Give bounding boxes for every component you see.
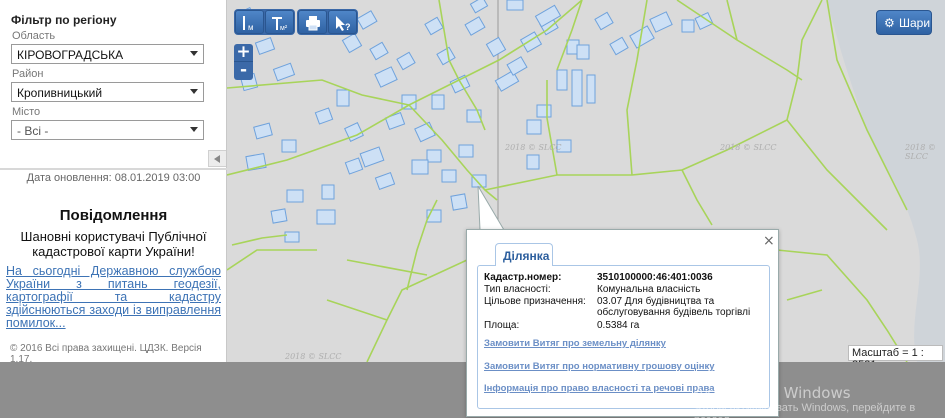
popup-pointer bbox=[477, 186, 505, 232]
region-filter-panel: Фільтр по регіону Область КІРОВОГРАДСЬКА… bbox=[0, 0, 227, 169]
map-scale: Масштаб = 1 : 8531 bbox=[848, 345, 943, 371]
order-land-extract-link[interactable]: Замовити Витяг про земельну ділянку bbox=[484, 338, 666, 349]
chevron-down-icon bbox=[190, 127, 198, 132]
messages-panel: Повідомлення Шановні користувачі Публічн… bbox=[0, 207, 227, 330]
oblast-select[interactable]: КІРОВОГРАДСЬКА bbox=[11, 44, 204, 64]
identify-button[interactable]: ? bbox=[328, 10, 357, 34]
tab-parcel-label: Ділянка bbox=[503, 249, 550, 263]
close-icon[interactable]: × bbox=[763, 233, 775, 249]
windows-activation-hint: Чтобы активировать Windows, перейдите в … bbox=[694, 402, 916, 418]
misc-tools: ? bbox=[297, 9, 358, 35]
misto-value: - Всі - bbox=[17, 124, 49, 138]
printer-icon bbox=[306, 16, 320, 31]
map-watermark: 2018 © SLCC bbox=[505, 143, 562, 152]
row-key: Площа: bbox=[484, 320, 520, 331]
row-value: 3510100000:46:401:0036 bbox=[597, 272, 713, 283]
rayon-select[interactable]: Кропивницький bbox=[11, 82, 204, 102]
rayon-value: Кропивницький bbox=[17, 86, 103, 100]
svg-text:м²: м² bbox=[280, 25, 288, 32]
measure-area-button[interactable]: м² bbox=[265, 10, 294, 34]
print-button[interactable] bbox=[298, 10, 327, 34]
map-watermark: 2018 © SLCC bbox=[905, 143, 936, 161]
cursor-help-icon: ? bbox=[336, 16, 351, 32]
map-watermark: 2018 © SLCC bbox=[720, 143, 777, 152]
filter-title: Фільтр по регіону bbox=[11, 13, 117, 27]
measure-tools: м м² bbox=[234, 9, 295, 35]
layers-label: Шари bbox=[899, 16, 931, 30]
oblast-value: КІРОВОГРАДСЬКА bbox=[17, 48, 124, 62]
oblast-label: Область bbox=[12, 30, 56, 42]
map-watermark: 2018 © SLCC bbox=[285, 352, 342, 361]
measure-distance-button[interactable]: м bbox=[235, 10, 264, 34]
row-value: 03.07 Для будівництва та обслуговування … bbox=[597, 296, 751, 318]
row-key: Тип власності: bbox=[484, 284, 551, 295]
row-key: Кадастр.номер: bbox=[484, 272, 562, 283]
row-value: 0.5384 га bbox=[597, 320, 640, 331]
misto-select[interactable]: - Всі - bbox=[11, 120, 204, 140]
messages-link[interactable]: На сьогодні Державною службою України з … bbox=[6, 265, 221, 330]
area-ruler-icon: м² bbox=[272, 17, 288, 32]
order-valuation-extract-link[interactable]: Замовити Витяг про нормативну грошову оц… bbox=[484, 361, 715, 372]
messages-body: Шановні користувачі Публічної кадастрово… bbox=[20, 229, 207, 259]
ruler-icon: м bbox=[243, 16, 254, 32]
collapse-sidebar-button[interactable] bbox=[208, 150, 226, 167]
sidebar-divider bbox=[0, 168, 227, 170]
zoom-control: + - bbox=[234, 44, 253, 80]
layers-button[interactable]: ⚙ Шари bbox=[876, 10, 932, 35]
sidebar: Фільтр по регіону Область КІРОВОГРАДСЬКА… bbox=[0, 0, 227, 365]
chevron-down-icon bbox=[190, 51, 198, 56]
chevron-left-icon bbox=[214, 155, 220, 163]
row-key: Цільове призначення: bbox=[484, 296, 586, 307]
tab-parcel[interactable]: Ділянка bbox=[495, 243, 553, 266]
rayon-label: Район bbox=[12, 68, 44, 80]
row-value: Комунальна власність bbox=[597, 284, 701, 295]
zoom-out-button[interactable]: - bbox=[234, 62, 253, 80]
misto-label: Місто bbox=[12, 106, 41, 118]
windows-activation-title: Активация Windows bbox=[694, 384, 851, 402]
messages-title: Повідомлення bbox=[59, 207, 168, 224]
svg-text:м: м bbox=[248, 23, 254, 32]
update-date: Дата оновлення: 08.01.2019 03:00 bbox=[26, 172, 201, 184]
chevron-down-icon bbox=[190, 89, 198, 94]
svg-text:?: ? bbox=[345, 22, 351, 32]
gear-icon: ⚙ bbox=[884, 16, 895, 30]
ownership-info-link[interactable]: Інформація про право власності та речові… bbox=[484, 383, 715, 394]
